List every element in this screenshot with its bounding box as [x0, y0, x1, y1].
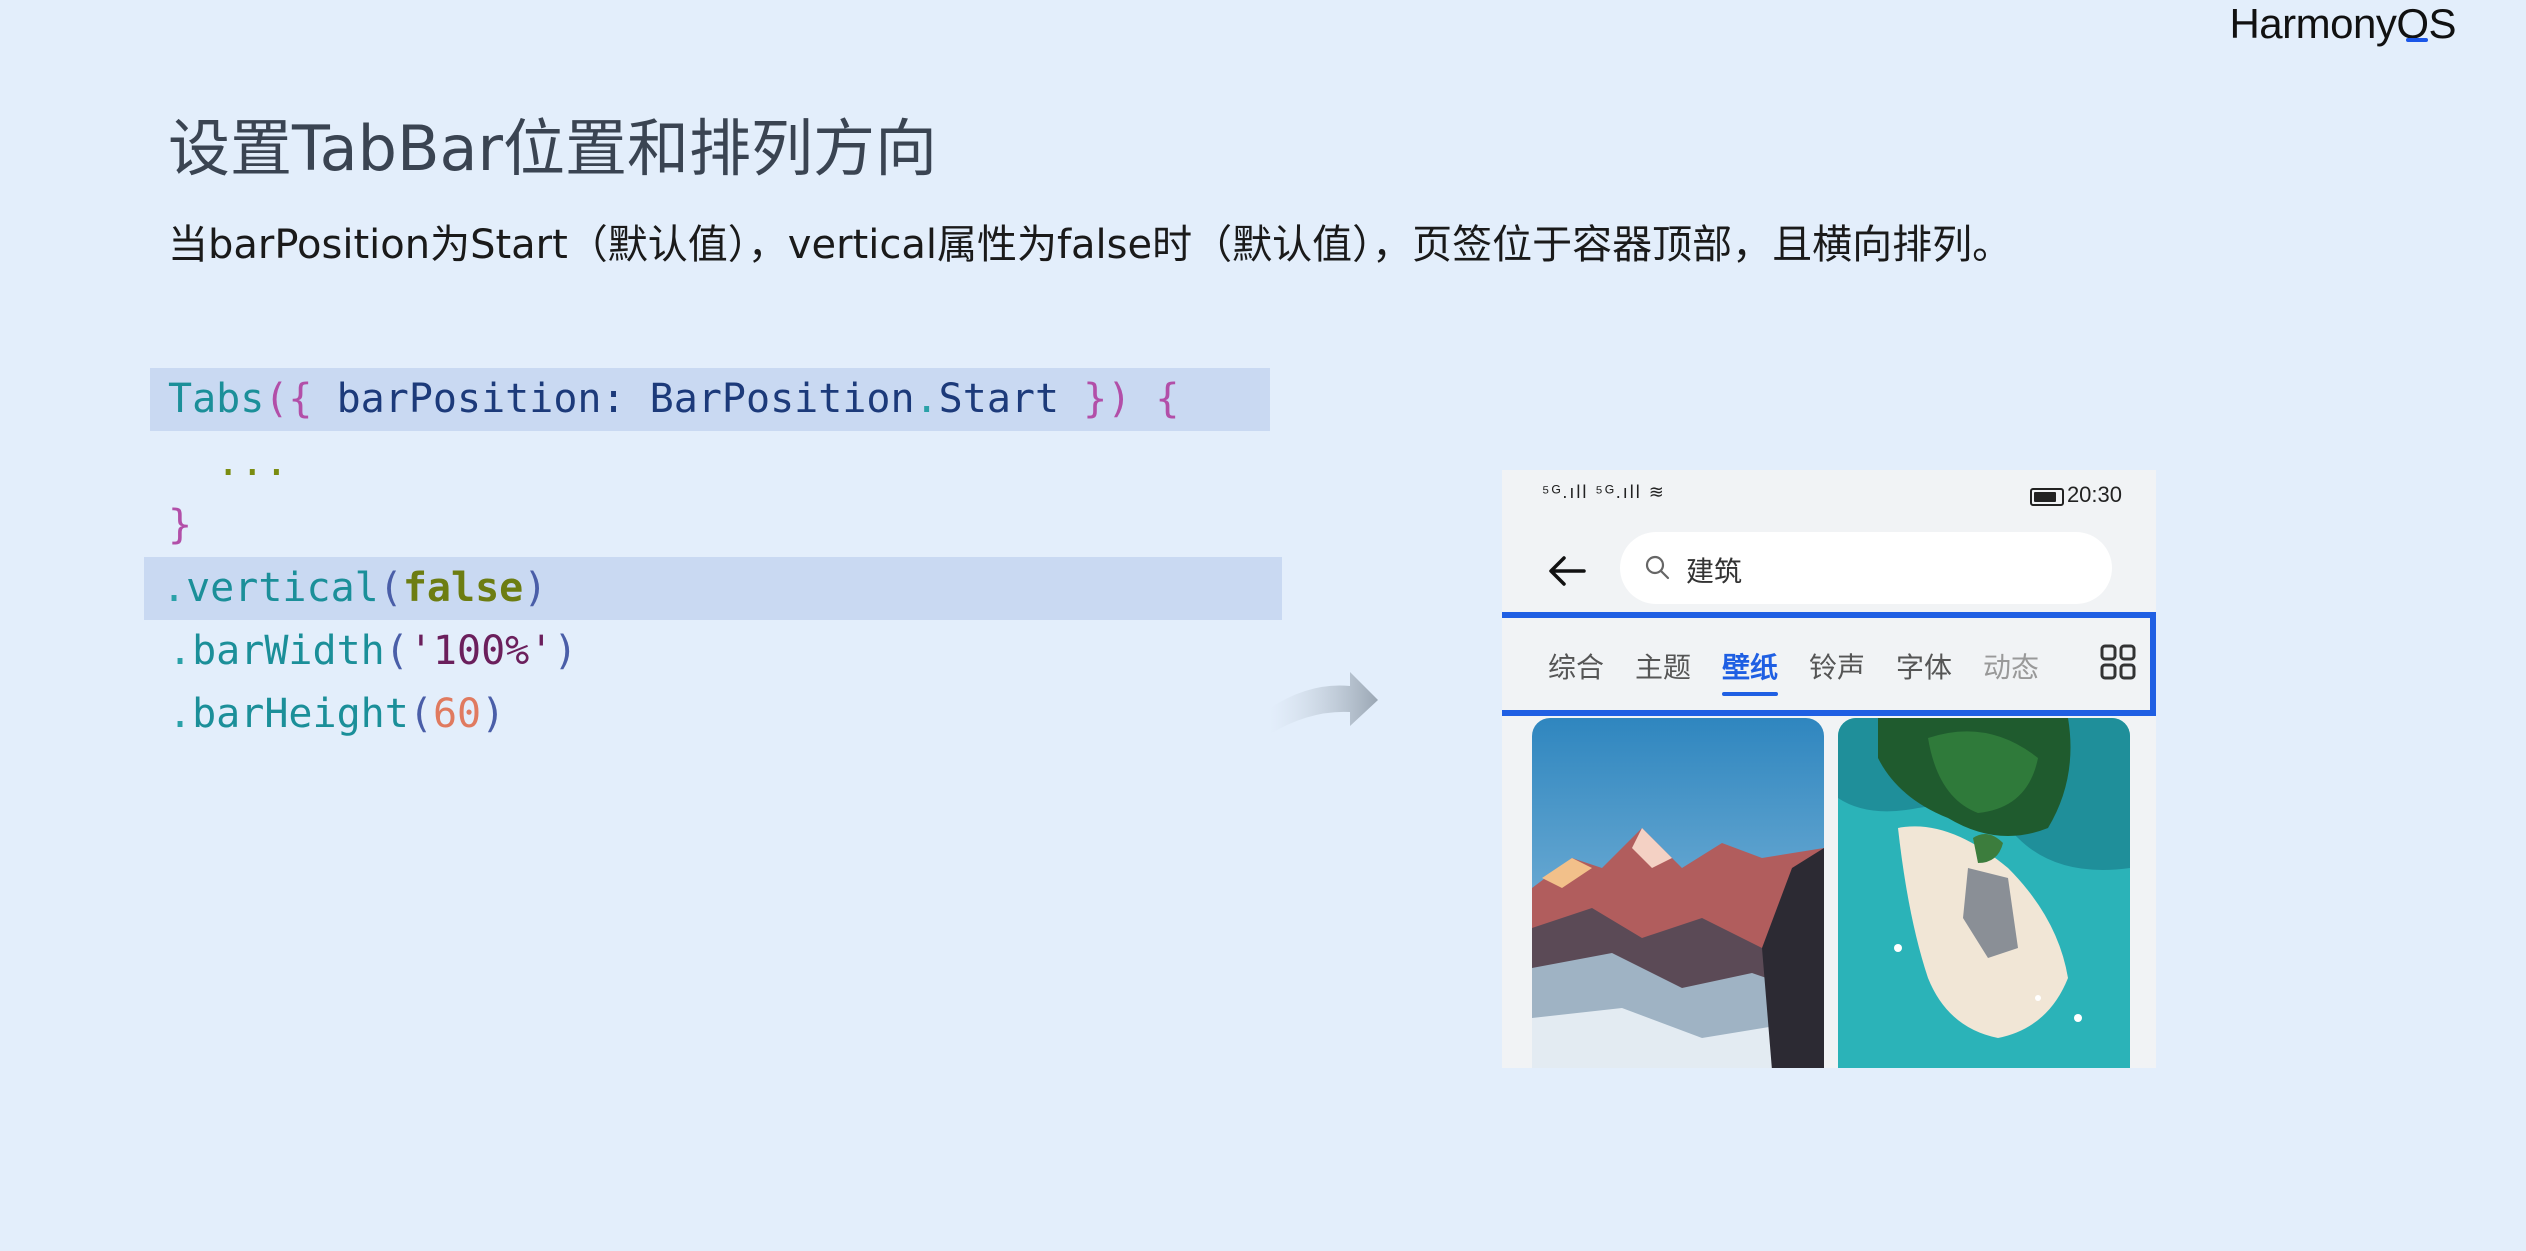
battery-icon — [2030, 488, 2064, 506]
code-token: ( — [378, 565, 403, 611]
slide-title: 设置TabBar位置和排列方向 — [168, 112, 937, 185]
tab-bar: 综合 主题 壁纸 铃声 字体 动态 — [1502, 612, 2156, 716]
code-token: . — [168, 628, 193, 674]
slide-subtitle: 当barPosition为Start（默认值），vertical属性为false… — [168, 222, 2013, 268]
tab-bizhi[interactable]: 壁纸 — [1722, 646, 1779, 696]
code-token: Tabs — [168, 376, 265, 422]
code-token: false — [402, 565, 524, 611]
back-arrow-icon[interactable] — [1544, 548, 1590, 594]
code-token: barHeight — [192, 691, 409, 737]
code-token: '100%' — [408, 628, 554, 674]
tab-ziti[interactable]: 字体 — [1896, 646, 1952, 686]
code-token: { — [1131, 376, 1180, 422]
logo-accent-mark — [2406, 38, 2428, 42]
code-token: Start — [938, 376, 1060, 422]
wallpaper-mountain-image[interactable] — [1532, 718, 1824, 1068]
search-query: 建筑 — [1686, 555, 1743, 588]
code-token: vertical — [186, 565, 379, 611]
code-token: ) — [481, 691, 506, 737]
status-bar: ⁵ᴳ.ıll ⁵ᴳ.ıll ≋ 20:30 — [1502, 470, 2156, 520]
code-line-barheight: .barHeight(60) — [150, 683, 1270, 746]
tab-zonghe[interactable]: 综合 — [1548, 646, 1604, 686]
search-icon — [1645, 555, 1670, 580]
signal-wifi-icon: ⁵ᴳ.ıll ⁵ᴳ.ıll ≋ — [1542, 482, 1666, 502]
code-token: BarPosition — [649, 376, 915, 422]
search-input[interactable]: 建筑 — [1620, 532, 2112, 604]
code-token: ) — [523, 565, 548, 611]
code-line-ellipsis: ... — [150, 431, 1270, 494]
tab-lingsheng[interactable]: 铃声 — [1809, 646, 1865, 686]
code-token: ... — [168, 439, 289, 485]
code-line-barwidth: .barWidth('100%') — [150, 620, 1270, 683]
code-token: . — [168, 691, 193, 737]
code-token: } — [168, 502, 193, 548]
code-token: }) — [1059, 376, 1132, 422]
right-arrow-icon — [1270, 672, 1378, 734]
code-token: barPosition: — [312, 376, 650, 422]
code-line-close: } — [150, 494, 1270, 557]
wallpaper-island-image[interactable] — [1838, 718, 2130, 1068]
tab-dongtai[interactable]: 动态 — [1983, 646, 2039, 686]
code-token: . — [162, 565, 187, 611]
code-token: barWidth — [192, 628, 385, 674]
code-token: 60 — [432, 691, 482, 737]
code-block: Tabs({ barPosition: BarPosition.Start })… — [144, 368, 1282, 746]
status-time: 20:30 — [2066, 482, 2122, 507]
grid-menu-icon[interactable] — [2098, 642, 2138, 682]
phone-preview: ⁵ᴳ.ıll ⁵ᴳ.ıll ≋ 20:30 建筑 综合 主题 壁纸 铃声 字体 … — [1502, 470, 2156, 1068]
code-token: ({ — [264, 376, 313, 422]
code-line-tabs: Tabs({ barPosition: BarPosition.Start })… — [150, 368, 1270, 431]
code-token: ( — [384, 628, 409, 674]
code-line-vertical: .vertical(false) — [144, 557, 1282, 620]
code-token: ) — [553, 628, 578, 674]
tab-zhuti[interactable]: 主题 — [1635, 646, 1691, 686]
code-token: ( — [408, 691, 433, 737]
code-token: . — [914, 376, 939, 422]
